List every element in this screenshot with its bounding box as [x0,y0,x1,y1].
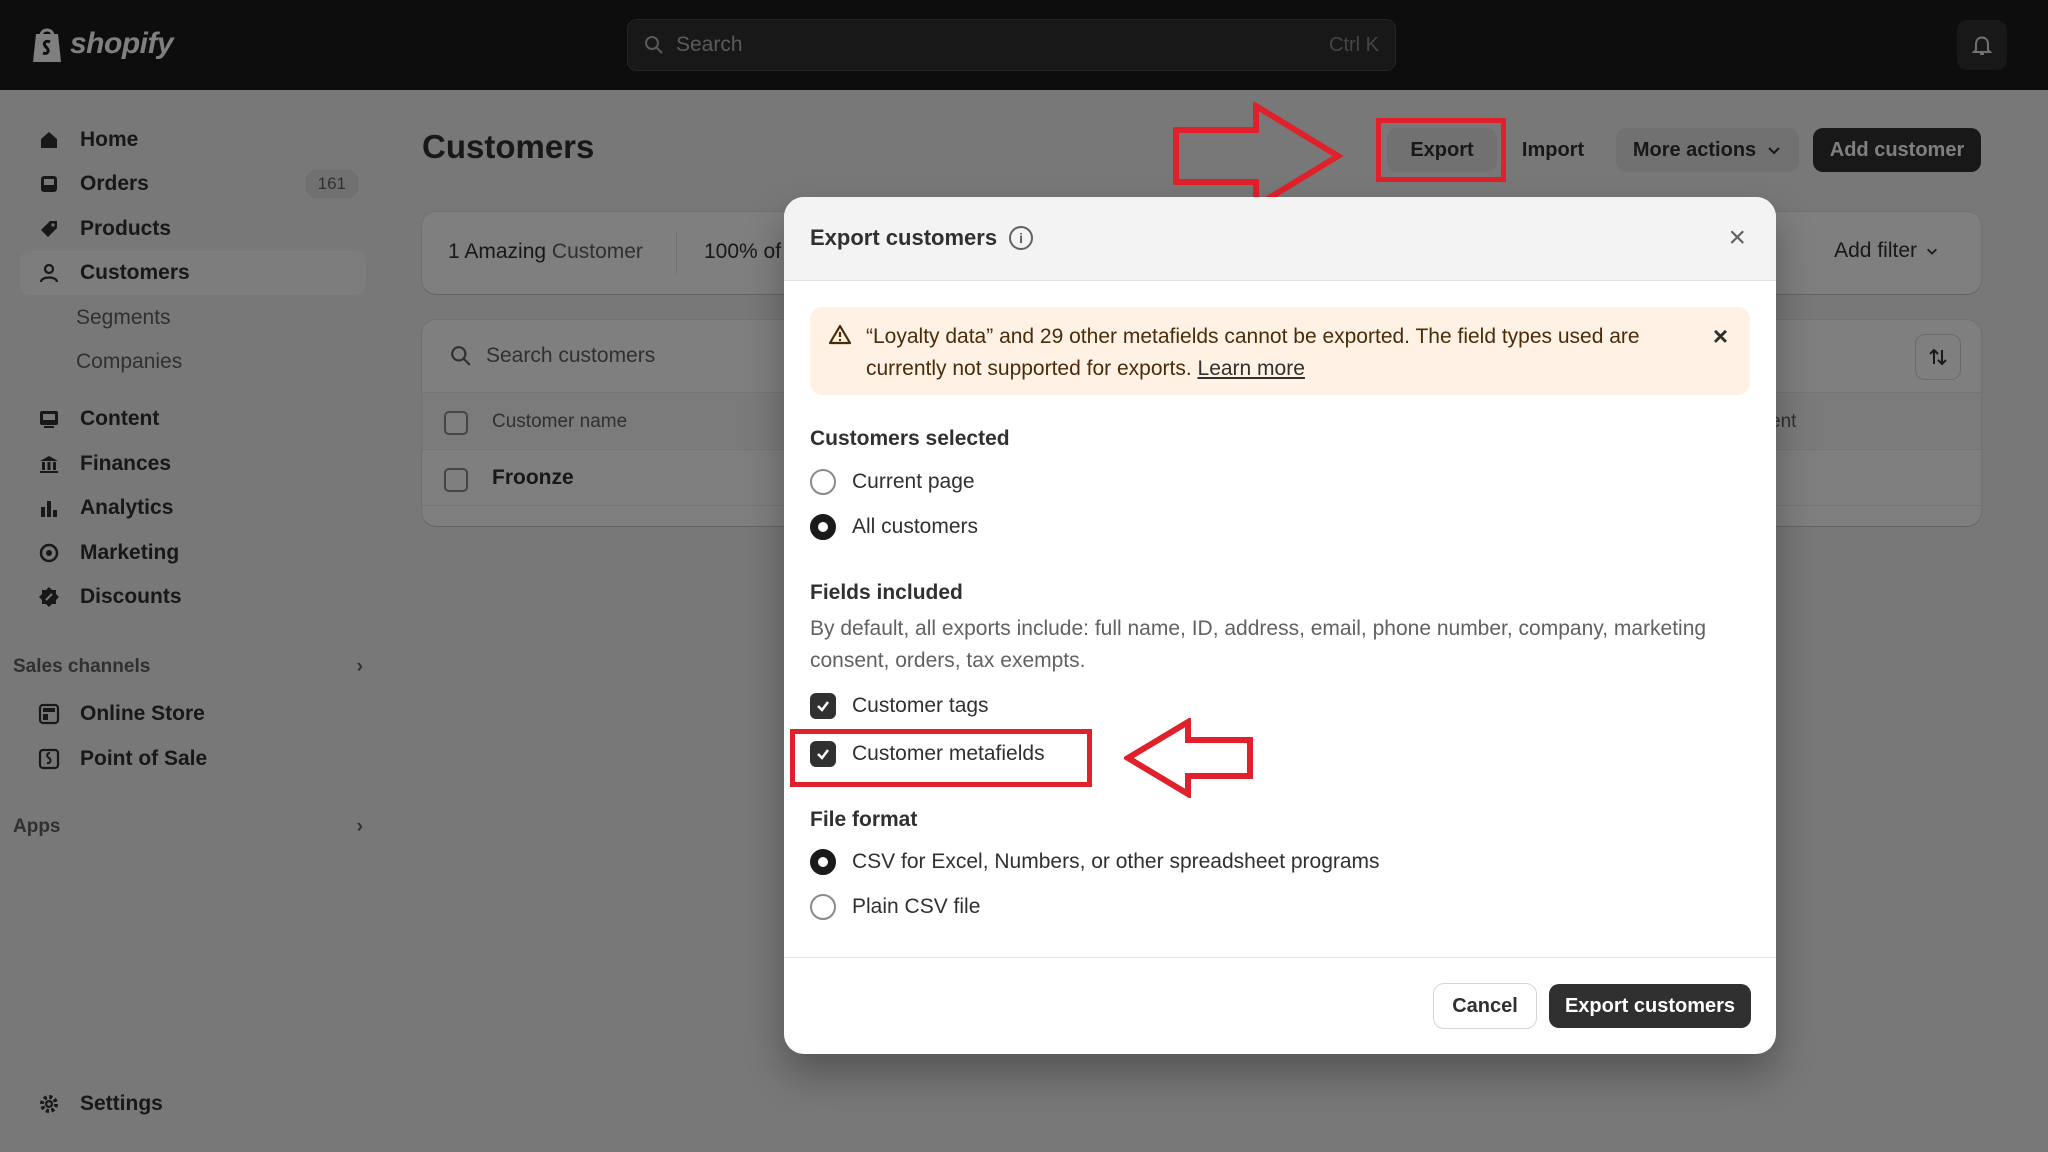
learn-more-link[interactable]: Learn more [1198,357,1305,380]
fields-help-text: By default, all exports include: full na… [810,617,1707,672]
radio-label: Current page [852,470,975,493]
radio-label: CSV for Excel, Numbers, or other spreads… [852,850,1380,873]
export-customers-button[interactable]: Export customers [1549,984,1751,1028]
checkbox-checked[interactable] [810,693,836,719]
annotation-box-export [1376,118,1506,182]
warning-text: “Loyalty data” and 29 other metafields c… [866,321,1696,385]
checkbox-customer-tags[interactable]: Customer tags [810,693,989,719]
radio-all-customers[interactable]: All customers [810,514,978,540]
modal-title: Export customers i [810,225,1034,251]
cancel-button[interactable]: Cancel [1434,984,1536,1028]
file-format-title: File format [810,808,918,831]
checkmark-icon [817,701,829,712]
radio-plain-csv[interactable]: Plain CSV file [810,894,980,920]
radio-button[interactable] [810,469,836,495]
radio-csv-excel[interactable]: CSV for Excel, Numbers, or other spreads… [810,849,1380,875]
radio-button[interactable] [810,894,836,920]
info-icon[interactable]: i [1009,226,1034,250]
dismiss-banner-icon[interactable]: × [1713,321,1728,352]
fields-included-title: Fields included [810,581,963,604]
warning-icon [828,324,852,345]
radio-button-selected[interactable] [810,514,836,540]
radio-current-page[interactable]: Current page [810,469,975,495]
customers-selected-title: Customers selected [810,427,1010,450]
checkbox-label: Customer tags [852,694,989,717]
modal-header: Export customers i × [784,197,1776,281]
modal-footer: Cancel Export customers [784,957,1776,1054]
radio-label: All customers [852,515,979,538]
warning-banner: “Loyalty data” and 29 other metafields c… [810,307,1750,395]
annotation-arrow-right-icon [1173,102,1344,210]
annotation-box-metafields [790,729,1092,787]
export-customers-modal: Export customers i × “Loyalty data” and … [784,197,1776,1054]
annotation-arrow-left-icon [1124,718,1253,798]
modal-title-text: Export customers [810,225,998,250]
radio-label: Plain CSV file [852,895,981,918]
radio-button-selected[interactable] [810,849,836,875]
close-icon[interactable]: × [1728,223,1746,253]
